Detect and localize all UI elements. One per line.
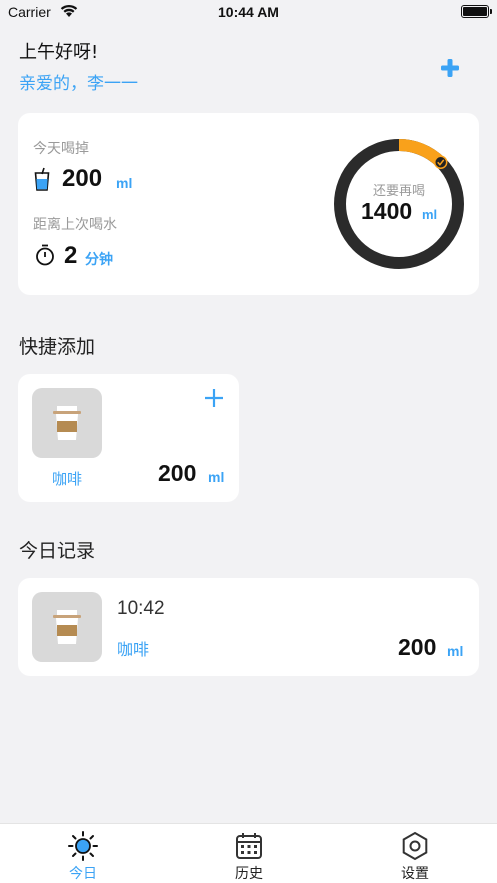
tab-bar: 今日 历史 设置 xyxy=(0,823,497,883)
tab-history[interactable]: 历史 xyxy=(166,824,332,883)
greeting-text: 上午好呀! xyxy=(19,42,99,63)
hexagon-settings-icon xyxy=(402,831,428,861)
record-name: 咖啡 xyxy=(117,640,150,659)
remaining-amount: 1400 xyxy=(361,198,413,224)
calendar-icon xyxy=(236,833,262,859)
record-time: 10:42 xyxy=(117,598,165,619)
coffee-cup-icon xyxy=(53,406,81,440)
add-icon[interactable] xyxy=(437,55,463,81)
last-drink-value: 2 xyxy=(64,242,78,269)
summary-card: 今天喝掉 200 ml 距离上次喝水 2 分钟 还要再喝 1400 ml xyxy=(18,113,479,295)
last-drink-label: 距离上次喝水 xyxy=(33,217,117,233)
check-icon xyxy=(433,155,448,170)
today-unit: ml xyxy=(116,175,133,191)
battery-icon xyxy=(461,5,492,18)
tab-settings[interactable]: 设置 xyxy=(332,824,497,883)
coffee-thumbnail xyxy=(32,592,102,662)
record-amount: 200 xyxy=(398,634,437,660)
record-unit: ml xyxy=(447,643,464,659)
coffee-thumbnail xyxy=(32,388,102,458)
status-time: 10:44 AM xyxy=(218,4,279,20)
last-drink-unit: 分钟 xyxy=(85,251,113,267)
quick-add-name: 咖啡 xyxy=(51,470,82,488)
remaining-label: 还要再喝 xyxy=(372,184,425,199)
quick-add-item[interactable]: 咖啡 200 ml xyxy=(18,374,239,502)
user-greeting-name: 亲爱的，李一一 xyxy=(19,74,138,94)
today-records-title: 今日记录 xyxy=(19,540,96,562)
today-drunk-label: 今天喝掉 xyxy=(33,141,89,157)
tab-label-settings: 设置 xyxy=(401,866,429,882)
tab-label-history: 历史 xyxy=(235,866,263,882)
cup-icon xyxy=(34,167,50,191)
quick-add-title: 快捷添加 xyxy=(19,336,96,358)
quick-add-unit: ml xyxy=(208,469,225,485)
plus-icon[interactable] xyxy=(204,388,224,408)
today-amount: 200 xyxy=(62,165,103,192)
status-bar: Carrier 10:44 AM xyxy=(0,0,497,26)
tab-label-today: 今日 xyxy=(69,866,97,882)
stopwatch-icon xyxy=(36,244,54,266)
sun-icon xyxy=(68,831,98,861)
tab-today[interactable]: 今日 xyxy=(0,824,166,883)
record-row[interactable]: 10:42 咖啡 200 ml xyxy=(18,578,479,676)
quick-add-amount: 200 xyxy=(158,460,197,486)
remaining-unit: ml xyxy=(422,207,438,222)
coffee-cup-icon xyxy=(53,610,81,644)
